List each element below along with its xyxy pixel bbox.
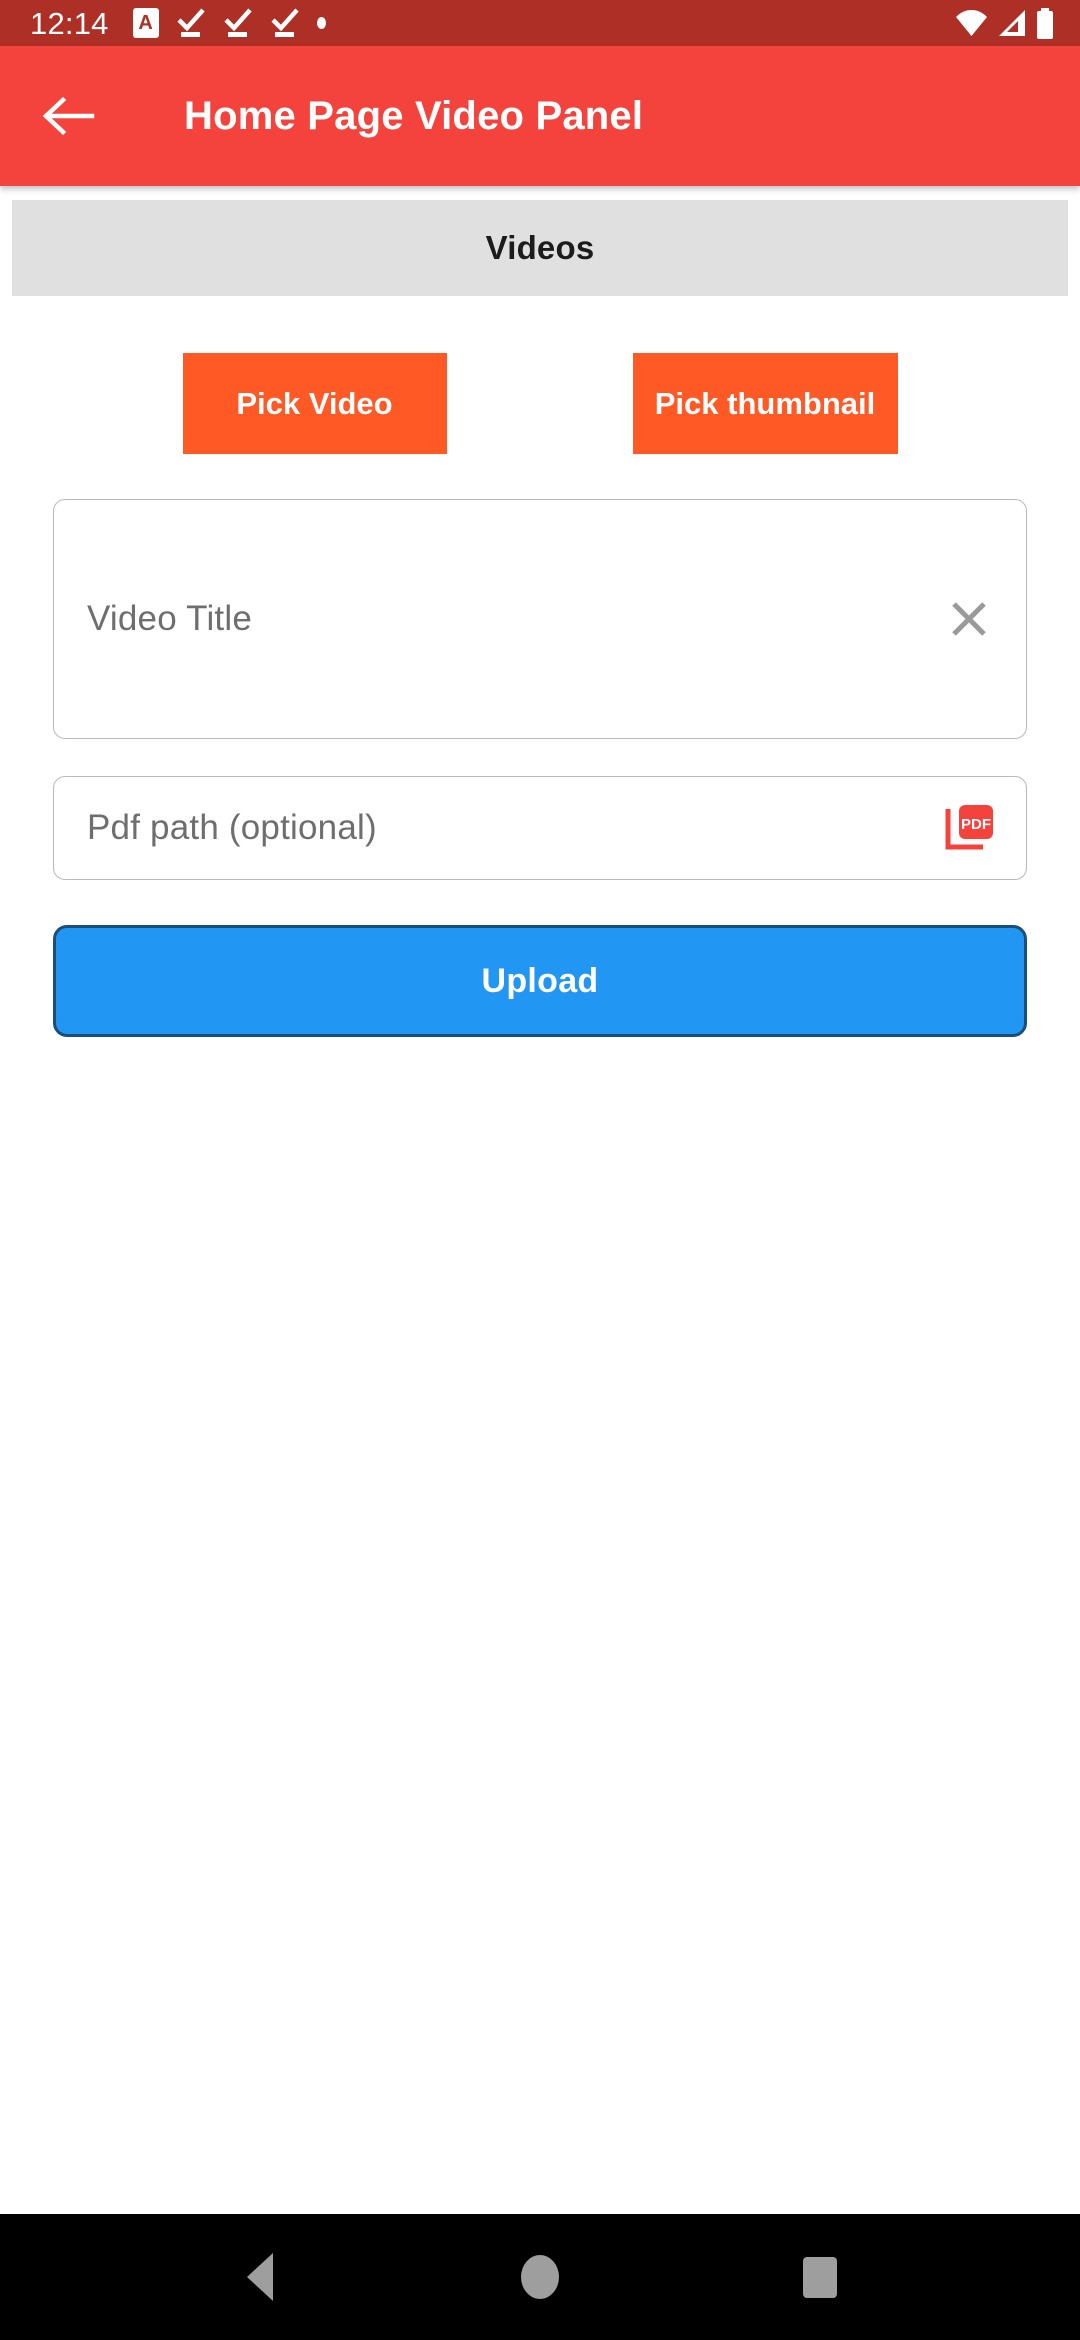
status-bar: 12:14 A	[0, 0, 1080, 46]
task-complete-icon-1	[176, 8, 205, 37]
wifi-icon	[956, 10, 987, 36]
cell-signal-icon	[999, 10, 1025, 36]
more-notifications-dot	[316, 17, 326, 29]
circle-home-icon	[521, 2255, 559, 2299]
status-bar-clock: 12:14	[30, 5, 109, 41]
svg-text:PDF: PDF	[961, 816, 991, 833]
pdf-file-icon[interactable]: PDF	[942, 800, 998, 856]
square-recents-icon	[803, 2256, 837, 2298]
task-complete-icon-2	[223, 8, 252, 37]
upload-button[interactable]: Upload	[53, 925, 1027, 1037]
videos-section-header: Videos	[12, 200, 1068, 296]
pick-video-button[interactable]: Pick Video	[182, 353, 447, 454]
close-icon[interactable]	[946, 596, 992, 642]
video-title-input[interactable]: Video Title	[53, 499, 1027, 739]
form-fields: Video Title Pdf path (optional) PDF Uplo…	[53, 499, 1027, 1037]
pick-thumbnail-button[interactable]: Pick thumbnail	[632, 353, 898, 454]
pdf-file-icon-glyph: PDF	[945, 805, 993, 850]
videos-section-title: Videos	[485, 229, 595, 266]
app-bar: Home Page Video Panel	[0, 46, 1080, 186]
battery-icon	[1037, 7, 1053, 39]
android-navigation-bar	[0, 2214, 1080, 2340]
app-screen: 12:14 A Home Page Video Panel Videos Pic…	[0, 0, 1080, 2340]
nav-recents-button[interactable]	[765, 2222, 875, 2332]
triangle-back-icon	[247, 2253, 273, 2301]
nav-back-button[interactable]	[205, 2222, 315, 2332]
pdf-path-input[interactable]: Pdf path (optional) PDF	[53, 776, 1027, 880]
back-button[interactable]	[40, 87, 98, 145]
task-complete-icon-3	[270, 8, 299, 37]
status-bar-system-icons	[955, 7, 1054, 39]
page-title: Home Page Video Panel	[184, 93, 644, 138]
nav-home-button[interactable]	[485, 2222, 595, 2332]
picker-button-row: Pick Video Pick thumbnail	[0, 353, 1080, 454]
app-notification-badge: A	[132, 8, 159, 38]
pdf-path-placeholder: Pdf path (optional)	[87, 808, 377, 847]
status-bar-notification-icons: A	[132, 7, 326, 39]
close-icon-glyph	[952, 602, 986, 636]
content-area: Videos Pick Video Pick thumbnail Video T…	[0, 186, 1080, 2214]
arrow-left-icon	[42, 96, 95, 136]
video-title-placeholder: Video Title	[87, 599, 252, 638]
